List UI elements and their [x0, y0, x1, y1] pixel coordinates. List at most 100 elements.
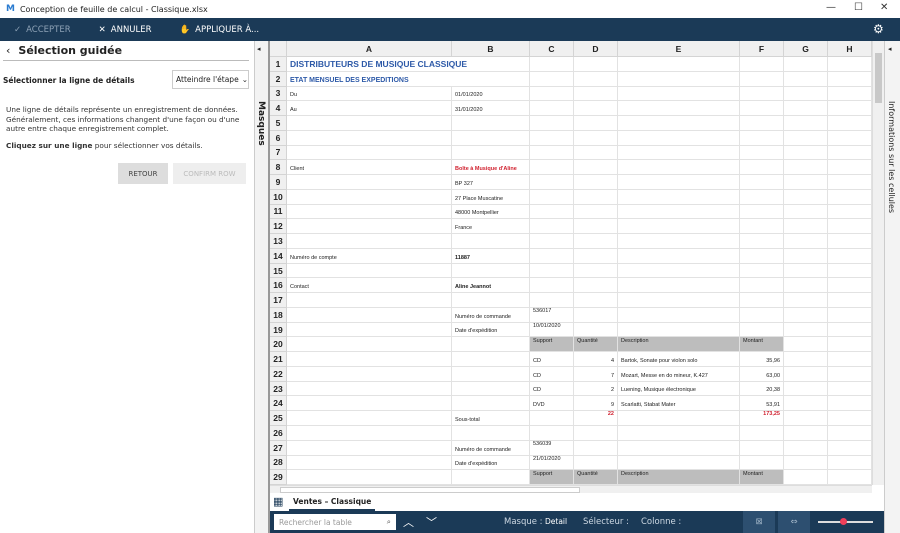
zoom-slider-thumb[interactable]	[840, 518, 847, 525]
cell-C5[interactable]	[530, 116, 574, 131]
cell-C12[interactable]	[530, 219, 574, 235]
cell-H9[interactable]	[828, 175, 872, 190]
accept-button[interactable]: ✓ ACCEPTER	[14, 25, 71, 35]
cell-B17[interactable]	[452, 293, 530, 308]
cell-D14[interactable]	[574, 248, 618, 264]
cell-E4[interactable]	[618, 101, 740, 117]
cell-D19[interactable]	[574, 322, 618, 338]
fit-width-icon[interactable]: ⇔	[778, 511, 810, 533]
cell-A14[interactable]: Numéro de compte	[287, 248, 452, 264]
cell-A2[interactable]: ETAT MENSUEL DES EXPEDITIONS	[287, 72, 452, 87]
column-header-A[interactable]: A	[287, 41, 452, 57]
cell-G19[interactable]	[784, 322, 828, 338]
row-header[interactable]: 23	[270, 381, 287, 397]
cell-D26[interactable]	[574, 426, 618, 441]
cell-B9[interactable]: BP 327	[452, 175, 530, 190]
cell-E24[interactable]: Scarlatti, Stabat Mater	[618, 396, 740, 412]
cell-F18[interactable]	[740, 307, 784, 323]
cell-A6[interactable]	[287, 130, 452, 146]
cell-E12[interactable]	[618, 219, 740, 235]
cell-D16[interactable]	[574, 278, 618, 294]
cell-H20[interactable]	[828, 337, 872, 353]
cell-F14[interactable]	[740, 248, 784, 264]
cell-F26[interactable]	[740, 426, 784, 441]
cell-E18[interactable]	[618, 307, 740, 323]
cell-G26[interactable]	[784, 426, 828, 441]
corner-cell[interactable]	[270, 41, 287, 57]
goto-step-select[interactable]: Atteindre l'étape ⌄	[172, 70, 249, 89]
cell-D20[interactable]: Quantité	[574, 337, 618, 353]
cell-D22[interactable]: 7	[574, 366, 618, 382]
cell-D21[interactable]: 4	[574, 352, 618, 367]
cell-A8[interactable]: Client	[287, 160, 452, 176]
row-header[interactable]: 6	[270, 130, 287, 146]
cell-H10[interactable]	[828, 189, 872, 205]
cell-C27[interactable]: 536039	[530, 440, 574, 456]
cell-H21[interactable]	[828, 352, 872, 367]
cell-A21[interactable]	[287, 352, 452, 367]
cell-B19[interactable]: Date d'expédition	[452, 322, 530, 338]
cell-C14[interactable]	[530, 248, 574, 264]
cell-D5[interactable]	[574, 116, 618, 131]
cell-H13[interactable]	[828, 234, 872, 249]
cell-A23[interactable]	[287, 381, 452, 397]
vertical-scrollbar[interactable]	[872, 41, 884, 485]
cell-G28[interactable]	[784, 455, 828, 471]
cell-H1[interactable]	[828, 57, 872, 72]
column-header-B[interactable]: B	[452, 41, 530, 57]
cell-C23[interactable]: CD	[530, 381, 574, 397]
cell-B2[interactable]	[452, 71, 530, 87]
cell-F28[interactable]	[740, 455, 784, 471]
cell-G18[interactable]	[784, 307, 828, 323]
row-header[interactable]: 29	[270, 470, 287, 485]
cell-D25[interactable]: 22	[574, 411, 618, 426]
cell-G10[interactable]	[784, 189, 828, 205]
cell-E25[interactable]	[618, 411, 740, 426]
row-header[interactable]: 22	[270, 366, 287, 382]
row-header[interactable]: 10	[270, 189, 287, 205]
cell-H5[interactable]	[828, 116, 872, 131]
cell-H18[interactable]	[828, 307, 872, 323]
cell-B12[interactable]: France	[452, 219, 530, 235]
cell-A11[interactable]	[287, 204, 452, 220]
cell-H26[interactable]	[828, 426, 872, 441]
cell-E17[interactable]	[618, 293, 740, 308]
row-header[interactable]: 25	[270, 411, 287, 426]
row-header[interactable]: 7	[270, 145, 287, 161]
cell-C16[interactable]	[530, 278, 574, 294]
cell-D23[interactable]: 2	[574, 381, 618, 397]
cell-F12[interactable]	[740, 219, 784, 235]
cell-B15[interactable]	[452, 263, 530, 279]
cell-G24[interactable]	[784, 396, 828, 412]
cell-E2[interactable]	[618, 71, 740, 87]
chevron-down-icon[interactable]: ﹀	[426, 514, 437, 530]
cell-A26[interactable]	[287, 426, 452, 441]
cancel-button[interactable]: ✕ ANNULER	[99, 25, 152, 35]
cell-H2[interactable]	[828, 71, 872, 87]
cell-H24[interactable]	[828, 396, 872, 412]
cell-H16[interactable]	[828, 278, 872, 294]
cell-E15[interactable]	[618, 263, 740, 279]
cell-C20[interactable]: Support	[530, 337, 574, 353]
cell-E1[interactable]	[618, 57, 740, 72]
row-header[interactable]: 11	[270, 204, 287, 220]
column-header-G[interactable]: G	[784, 41, 828, 57]
cell-A24[interactable]	[287, 396, 452, 412]
cell-B3[interactable]: 01/01/2020	[452, 86, 530, 102]
cell-C24[interactable]: DVD	[530, 396, 574, 412]
cell-G15[interactable]	[784, 263, 828, 279]
cell-G11[interactable]	[784, 204, 828, 220]
cell-D18[interactable]	[574, 307, 618, 323]
row-header[interactable]: 17	[270, 293, 287, 308]
cell-B13[interactable]	[452, 234, 530, 249]
cell-A16[interactable]: Contact	[287, 278, 452, 294]
cell-A13[interactable]	[287, 234, 452, 249]
cell-F17[interactable]	[740, 293, 784, 308]
cell-A20[interactable]	[287, 337, 452, 353]
cell-C6[interactable]	[530, 130, 574, 146]
cell-D2[interactable]	[574, 71, 618, 87]
cell-E6[interactable]	[618, 130, 740, 146]
cell-G29[interactable]	[784, 470, 828, 485]
cell-C21[interactable]: CD	[530, 352, 574, 367]
cell-E27[interactable]	[618, 440, 740, 456]
